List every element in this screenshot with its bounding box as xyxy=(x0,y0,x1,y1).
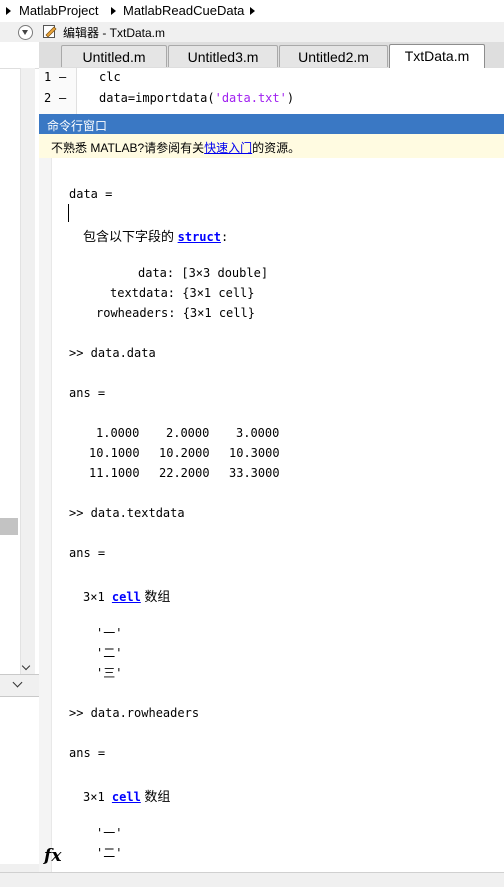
command-line: >> data.data xyxy=(69,346,156,360)
quick-start-link[interactable]: 快速入门 xyxy=(204,141,252,155)
line-number: 1 xyxy=(44,70,52,84)
command-window-title: 命令行窗口 xyxy=(47,119,108,133)
cell-value: '一' xyxy=(96,626,123,640)
output-text: 包含以下字段的 xyxy=(83,229,178,244)
cell-value: '三' xyxy=(96,666,123,680)
matrix-cell: 33.3000 xyxy=(229,466,280,480)
breakpoint-marker[interactable]: – xyxy=(59,91,66,105)
output-text: : xyxy=(220,230,229,244)
panel-header xyxy=(0,22,39,43)
status-bar xyxy=(0,872,504,887)
breakpoint-marker[interactable]: – xyxy=(59,70,66,84)
chevron-down-icon xyxy=(22,30,28,35)
output-text: 3×1 xyxy=(83,790,112,804)
output-line: 3×1 cell 数组 xyxy=(83,586,170,605)
struct-link[interactable]: struct xyxy=(178,230,221,244)
cell-link[interactable]: cell xyxy=(112,590,141,604)
editor-header: 编辑器 - TxtData.m xyxy=(39,22,504,42)
line-number: 2 xyxy=(44,91,52,105)
banner-suffix: 的资源。 xyxy=(252,141,301,155)
breadcrumb: MatlabProject MatlabReadCueData xyxy=(0,0,504,23)
vertical-scrollbar[interactable] xyxy=(20,68,35,676)
command-line: >> data.rowheaders xyxy=(69,706,200,720)
tab-untitled3[interactable]: Untitled3.m xyxy=(168,45,278,67)
code-string: 'data.txt' xyxy=(214,91,287,105)
output-line: ans = xyxy=(69,746,106,760)
chevron-right-icon xyxy=(111,7,116,15)
text-cursor xyxy=(68,204,69,222)
matrix-cell: 2.0000 xyxy=(166,426,210,440)
matrix-cell: 10.2000 xyxy=(159,446,210,460)
command-gutter xyxy=(39,158,52,872)
details-toggle[interactable] xyxy=(0,674,39,697)
cell-value: '二' xyxy=(96,846,123,860)
output-line: 3×1 cell 数组 xyxy=(83,786,170,805)
command-line: >> data.textdata xyxy=(69,506,185,520)
output-text: 数组 xyxy=(140,589,171,604)
cell-link[interactable]: cell xyxy=(112,790,141,804)
struct-field: data: [3×3 double] xyxy=(138,266,269,280)
chevron-right-icon xyxy=(6,7,11,15)
output-text: 3×1 xyxy=(83,590,112,604)
horizontal-scroll-thumb[interactable] xyxy=(0,518,18,535)
matrix-cell: 11.1000 xyxy=(89,466,140,480)
matrix-cell: 22.2000 xyxy=(159,466,210,480)
output-line: data = xyxy=(69,187,113,201)
banner-prefix: 不熟悉 MATLAB?请参阅有关 xyxy=(51,141,205,155)
chevron-down-icon xyxy=(21,661,31,671)
panel-path-row xyxy=(0,42,39,69)
matrix-cell: 3.0000 xyxy=(236,426,280,440)
cell-value: '二' xyxy=(96,646,123,660)
matrix-cell: 10.3000 xyxy=(229,446,280,460)
code-text: ) xyxy=(286,91,295,105)
editor-tab-strip: Untitled.m Untitled3.m Untitled2.m TxtDa… xyxy=(39,42,504,69)
getting-started-banner: 不熟悉 MATLAB?请参阅有关快速入门的资源。 xyxy=(39,134,504,159)
breadcrumb-item-folder[interactable]: MatlabReadCueData xyxy=(123,3,244,18)
function-browser-icon[interactable]: fx xyxy=(44,846,61,866)
command-window-titlebar: 命令行窗口 xyxy=(39,114,504,134)
tab-txtdata[interactable]: TxtData.m xyxy=(389,44,485,69)
output-text: 数组 xyxy=(140,789,171,804)
output-line: ans = xyxy=(69,546,106,560)
cell-value: '一' xyxy=(96,826,123,840)
editor-title: 编辑器 - TxtData.m xyxy=(63,26,166,40)
code-line[interactable]: data=importdata('data.txt') xyxy=(99,91,294,105)
matrix-cell: 1.0000 xyxy=(96,426,140,440)
struct-field: rowheaders: {3×1 cell} xyxy=(96,306,255,320)
matrix-cell: 10.1000 xyxy=(89,446,140,460)
command-window-output[interactable]: data = 包含以下字段的 struct: data: [3×3 double… xyxy=(39,158,504,872)
output-line: 包含以下字段的 struct: xyxy=(83,226,228,245)
current-folder-panel xyxy=(0,22,40,864)
code-text: data=importdata( xyxy=(99,91,215,105)
code-editor[interactable]: 1 – clc 2 – data=importdata('data.txt') xyxy=(39,68,504,114)
scroll-down-button[interactable] xyxy=(20,660,34,674)
banner-text: 不熟悉 MATLAB?请参阅有关快速入门的资源。 xyxy=(51,139,300,156)
tab-untitled[interactable]: Untitled.m xyxy=(61,45,167,67)
chevron-right-icon[interactable] xyxy=(250,7,255,15)
chevron-down-icon xyxy=(12,677,23,688)
editor-icon xyxy=(43,25,57,38)
panel-actions-button[interactable] xyxy=(18,25,33,40)
breadcrumb-item-project[interactable]: MatlabProject xyxy=(19,3,98,18)
tab-untitled2[interactable]: Untitled2.m xyxy=(279,45,388,67)
output-line: ans = xyxy=(69,386,106,400)
struct-field: textdata: {3×1 cell} xyxy=(110,286,255,300)
code-line[interactable]: clc xyxy=(99,70,121,84)
